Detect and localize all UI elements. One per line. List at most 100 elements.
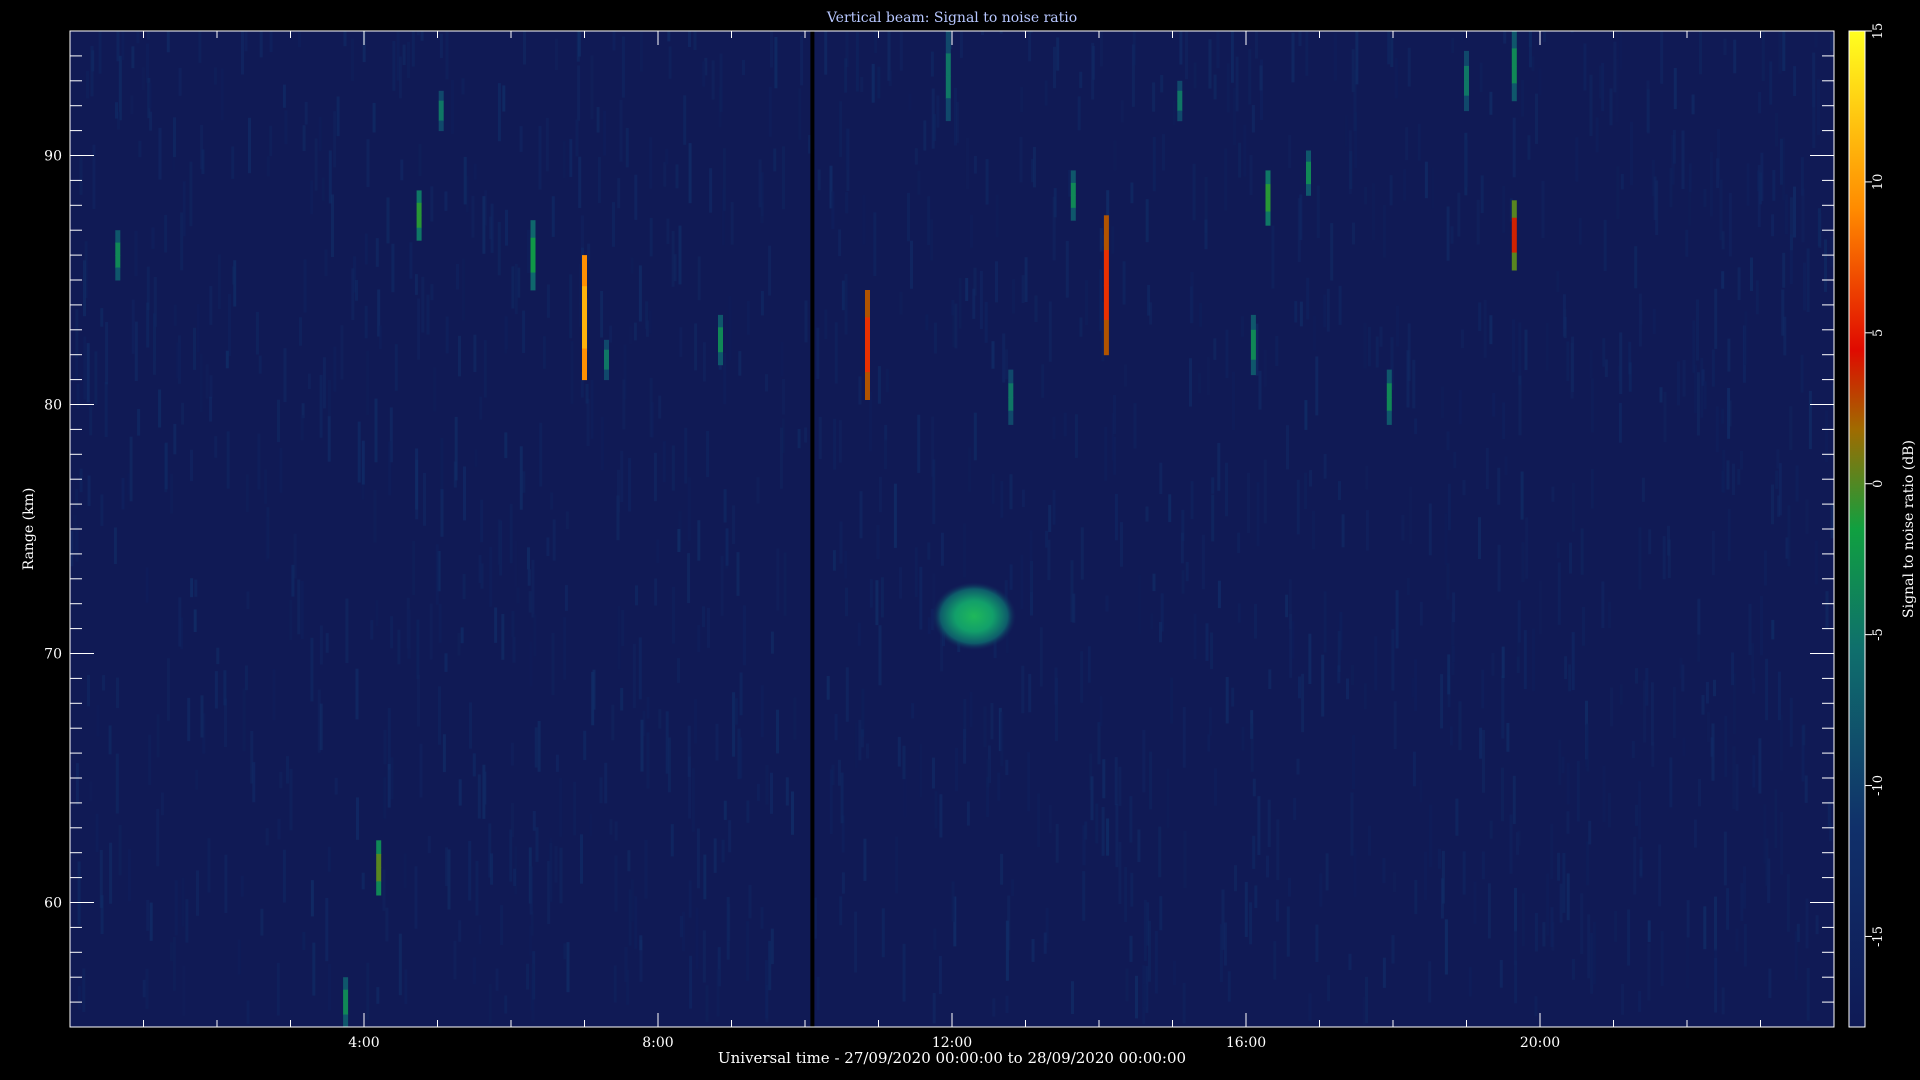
noise-streak	[1071, 981, 1074, 1014]
noise-streak	[566, 942, 570, 993]
echo-streak	[1008, 397, 1014, 412]
noise-streak	[257, 433, 261, 490]
noise-streak	[722, 148, 726, 211]
noise-streak	[1428, 503, 1432, 556]
noise-streak	[1193, 62, 1197, 89]
noise-streak	[1052, 489, 1056, 525]
noise-streak	[1143, 899, 1147, 961]
noise-streak	[632, 643, 636, 709]
noise-streak	[279, 448, 283, 493]
echo-streak	[1103, 319, 1109, 356]
noise-streak	[131, 299, 135, 354]
noise-streak	[1556, 271, 1560, 293]
noise-streak	[640, 719, 644, 772]
noise-streak	[333, 111, 337, 168]
noise-streak	[1193, 613, 1197, 660]
noise-streak	[472, 753, 476, 777]
noise-streak	[1390, 37, 1394, 68]
noise-streak	[694, 323, 698, 371]
noise-streak	[551, 196, 555, 237]
noise-streak	[87, 674, 90, 707]
snr-blob	[932, 582, 1017, 651]
noise-streak	[1159, 622, 1162, 643]
noise-streak	[266, 156, 270, 177]
echo-streak	[416, 215, 422, 229]
noise-streak	[1374, 636, 1378, 691]
noise-streak	[1130, 872, 1134, 907]
noise-streak	[1635, 668, 1638, 684]
noise-streak	[1231, 687, 1235, 707]
noise-streak	[105, 322, 109, 385]
noise-streak	[1286, 906, 1290, 957]
noise-streak	[1407, 47, 1411, 87]
noise-streak	[282, 849, 286, 903]
noise-streak	[272, 669, 276, 721]
noise-streak	[121, 31, 125, 60]
noise-streak	[153, 313, 156, 362]
noise-streak	[151, 227, 155, 249]
echo-streak	[1464, 95, 1469, 112]
noise-streak	[1213, 74, 1217, 100]
noise-streak	[876, 525, 880, 560]
noise-streak	[173, 423, 177, 455]
noise-streak	[356, 797, 359, 840]
noise-streak	[1364, 186, 1368, 205]
noise-streak	[1225, 677, 1229, 724]
noise-streak	[858, 719, 862, 761]
noise-streak	[723, 489, 727, 523]
noise-streak	[917, 414, 921, 473]
noise-streak	[927, 542, 931, 560]
noise-streak	[1252, 778, 1256, 797]
noise-streak	[462, 574, 466, 600]
noise-streak	[1608, 601, 1612, 629]
noise-streak	[1769, 61, 1773, 105]
noise-streak	[1638, 527, 1642, 590]
noise-streak	[1663, 391, 1667, 443]
noise-streak	[1244, 881, 1248, 937]
noise-streak	[300, 581, 304, 640]
noise-streak	[1557, 562, 1561, 625]
noise-streak	[688, 31, 691, 47]
noise-streak	[1473, 881, 1477, 924]
noise-streak	[1183, 830, 1187, 888]
noise-streak	[416, 31, 420, 36]
noise-streak	[1716, 158, 1720, 188]
noise-streak	[196, 870, 199, 916]
echo-streak	[1511, 235, 1517, 254]
noise-streak	[1590, 378, 1594, 433]
noise-streak	[860, 77, 864, 92]
x-tick-label: 4:00	[348, 1035, 379, 1051]
noise-streak	[345, 598, 349, 664]
noise-streak	[1760, 152, 1764, 201]
noise-streak	[555, 754, 559, 772]
noise-streak	[1043, 932, 1047, 954]
noise-streak	[1728, 400, 1732, 427]
noise-streak	[1371, 183, 1375, 241]
noise-streak	[307, 373, 311, 389]
noise-streak	[1724, 715, 1728, 777]
noise-streak	[1482, 729, 1485, 793]
echo-streak	[865, 290, 870, 318]
noise-streak	[483, 771, 487, 805]
noise-streak	[968, 447, 972, 492]
noise-streak	[633, 322, 637, 341]
noise-streak	[400, 159, 404, 181]
noise-streak	[1063, 412, 1067, 437]
echo-streak	[438, 110, 444, 122]
noise-streak	[1681, 664, 1685, 692]
noise-streak	[403, 853, 407, 889]
noise-streak	[1039, 627, 1043, 687]
noise-streak	[149, 902, 153, 941]
noise-streak	[1513, 930, 1517, 965]
noise-streak	[1065, 240, 1069, 298]
noise-streak	[1758, 738, 1762, 794]
noise-streak	[298, 31, 301, 48]
noise-streak	[579, 303, 583, 327]
noise-streak	[450, 80, 454, 134]
noise-streak	[1610, 687, 1614, 727]
noise-streak	[1830, 236, 1834, 267]
y-tick-label: 80	[44, 398, 62, 414]
noise-streak	[756, 477, 760, 504]
noise-streak	[310, 637, 314, 702]
noise-streak	[531, 963, 535, 1022]
